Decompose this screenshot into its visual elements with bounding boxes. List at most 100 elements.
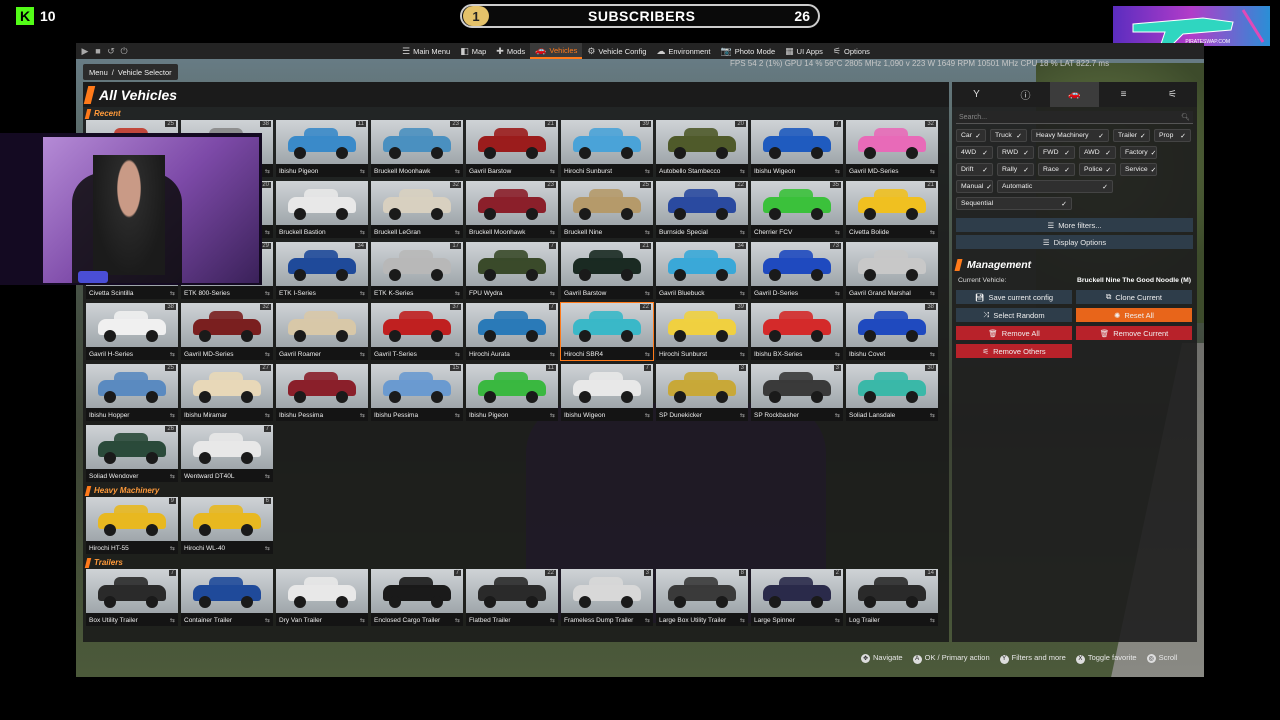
filter-chip-automatic[interactable]: Automatic ✓ <box>997 180 1113 193</box>
config-switch-icon[interactable]: ⇆ <box>740 351 745 358</box>
config-switch-icon[interactable]: ⇆ <box>455 229 460 236</box>
config-switch-icon[interactable]: ⇆ <box>360 617 365 624</box>
sim-control-2-icon[interactable]: ↺ <box>106 46 116 57</box>
config-switch-icon[interactable]: ⇆ <box>360 351 365 358</box>
config-switch-icon[interactable]: ⇆ <box>360 229 365 236</box>
sim-control-1-icon[interactable]: ■ <box>93 46 103 57</box>
save-config-button[interactable]: 💾︎ Save current config <box>956 290 1072 304</box>
side-tab-2-icon[interactable]: 🚗 <box>1050 82 1099 107</box>
config-switch-icon[interactable]: ⇆ <box>455 351 460 358</box>
config-switch-icon[interactable]: ⇆ <box>170 412 175 419</box>
search-input[interactable]: Search... 🔍︎ <box>956 111 1193 124</box>
config-switch-icon[interactable]: ⇆ <box>740 290 745 297</box>
config-switch-icon[interactable]: ⇆ <box>645 617 650 624</box>
vehicle-tile[interactable]: 7 Ibishu Wigeon ⇆ <box>751 120 843 177</box>
config-switch-icon[interactable]: ⇆ <box>645 168 650 175</box>
filter-chip-4wd[interactable]: 4WD ✓ <box>956 146 993 159</box>
config-switch-icon[interactable]: ⇆ <box>170 617 175 624</box>
config-switch-icon[interactable]: ⇆ <box>645 412 650 419</box>
vehicle-tile[interactable]: Ibishu Pessima ⇆ <box>276 364 368 421</box>
vehicle-tile[interactable]: 22 Flatbed Trailer ⇆ <box>466 569 558 626</box>
config-switch-icon[interactable]: ⇆ <box>740 617 745 624</box>
config-switch-icon[interactable]: ⇆ <box>170 473 175 480</box>
vehicle-tile[interactable]: 32 Bruckell LeGran ⇆ <box>371 181 463 238</box>
vehicle-tile[interactable]: 35 Cherrier FCV ⇆ <box>751 181 843 238</box>
filter-chip-car[interactable]: Car ✓ <box>956 129 986 142</box>
vehicle-tile[interactable]: 3 SP Dunekicker ⇆ <box>656 364 748 421</box>
config-switch-icon[interactable]: ⇆ <box>360 168 365 175</box>
vehicle-tile[interactable]: 14 Log Trailer ⇆ <box>846 569 938 626</box>
vehicle-tile[interactable]: 21 Civetta Bolide ⇆ <box>846 181 938 238</box>
config-switch-icon[interactable]: ⇆ <box>360 290 365 297</box>
filter-chip-fwd[interactable]: FWD ✓ <box>1038 146 1075 159</box>
vehicle-tile[interactable]: 32 Gavril MD-Series ⇆ <box>181 303 273 360</box>
filter-chip-prop[interactable]: Prop ✓ <box>1154 129 1191 142</box>
vehicle-tile[interactable]: 7 Wentward DT40L ⇆ <box>181 425 273 482</box>
vehicle-tile[interactable]: 22 Burnside Special ⇆ <box>656 181 748 238</box>
vehicle-tile[interactable]: 3 SP Rockbasher ⇆ <box>751 364 843 421</box>
nav-vehicles[interactable]: 🚗 Vehicles <box>530 43 583 59</box>
vehicle-tile[interactable]: 3 Frameless Dump Trailer ⇆ <box>561 569 653 626</box>
config-switch-icon[interactable]: ⇆ <box>265 617 270 624</box>
config-switch-icon[interactable]: ⇆ <box>265 168 270 175</box>
config-switch-icon[interactable]: ⇆ <box>550 290 555 297</box>
filter-chip-trailer[interactable]: Trailer ✓ <box>1113 129 1150 142</box>
vehicle-tile[interactable]: 73 Gavril D-Series ⇆ <box>751 242 843 299</box>
vehicle-tile[interactable]: 9 Hirochi HT-55 ⇆ <box>86 497 178 554</box>
config-switch-icon[interactable]: ⇆ <box>550 617 555 624</box>
side-tab-1-icon[interactable]: ⓘ <box>1001 82 1050 107</box>
config-switch-icon[interactable]: ⇆ <box>645 229 650 236</box>
config-switch-icon[interactable]: ⇆ <box>550 168 555 175</box>
config-switch-icon[interactable]: ⇆ <box>835 290 840 297</box>
config-switch-icon[interactable]: ⇆ <box>835 351 840 358</box>
config-switch-icon[interactable]: ⇆ <box>265 412 270 419</box>
vehicle-tile[interactable]: 39 Hirochi Sunburst ⇆ <box>561 120 653 177</box>
remove-others-button[interactable]: ⚟ Remove Others <box>956 344 1072 358</box>
config-switch-icon[interactable]: ⇆ <box>930 617 935 624</box>
vehicle-tile[interactable]: 23 Bruckell Moonhawk ⇆ <box>466 181 558 238</box>
config-switch-icon[interactable]: ⇆ <box>740 412 745 419</box>
filter-chip-awd[interactable]: AWD ✓ <box>1079 146 1116 159</box>
vehicle-tile[interactable]: 22 Hirochi SBR4 ⇆ <box>560 302 654 361</box>
nav-vehicle-config[interactable]: ⚙ Vehicle Config <box>582 43 651 59</box>
config-switch-icon[interactable]: ⇆ <box>265 229 270 236</box>
config-switch-icon[interactable]: ⇆ <box>930 168 935 175</box>
vehicle-tile[interactable]: 34 Gavril Bluebuck ⇆ <box>656 242 748 299</box>
config-switch-icon[interactable]: ⇆ <box>170 545 175 552</box>
nav-map[interactable]: ◧ Map <box>455 43 491 59</box>
vehicle-tile[interactable]: 39 Hirochi Sunburst ⇆ <box>656 303 748 360</box>
filter-chip-factory[interactable]: Factory ✓ <box>1120 146 1157 159</box>
vehicle-tile[interactable]: Container Trailer ⇆ <box>181 569 273 626</box>
remove-all-button[interactable]: 🗑︎ Remove All <box>956 326 1072 340</box>
config-switch-icon[interactable]: ⇆ <box>550 229 555 236</box>
select-random-button[interactable]: ⤨ Select Random <box>956 308 1072 322</box>
nav-mods[interactable]: ✚ Mods <box>491 43 530 59</box>
clone-current-button[interactable]: ⧉ Clone Current <box>1076 290 1192 304</box>
config-switch-icon[interactable]: ⇆ <box>930 351 935 358</box>
config-switch-icon[interactable]: ⇆ <box>455 168 460 175</box>
config-switch-icon[interactable]: ⇆ <box>265 351 270 358</box>
config-switch-icon[interactable]: ⇆ <box>835 229 840 236</box>
vehicle-tile[interactable]: 8 Large Box Utility Trailer ⇆ <box>656 569 748 626</box>
vehicle-tile[interactable]: Dry Van Trailer ⇆ <box>276 569 368 626</box>
config-switch-icon[interactable]: ⇆ <box>455 290 460 297</box>
config-switch-icon[interactable]: ⇆ <box>835 617 840 624</box>
config-switch-icon[interactable]: ⇆ <box>455 412 460 419</box>
nav-photo-mode[interactable]: 📷 Photo Mode <box>715 43 780 59</box>
sim-control-0-icon[interactable]: ▶ <box>80 46 90 57</box>
vehicle-tile[interactable]: 25 Bruckell Nine ⇆ <box>561 181 653 238</box>
config-switch-icon[interactable]: ⇆ <box>930 412 935 419</box>
vehicle-tile[interactable]: 7 Ibishu Wigeon ⇆ <box>561 364 653 421</box>
vehicle-tile[interactable]: 6 Hirochi WL-40 ⇆ <box>181 497 273 554</box>
vehicle-tile[interactable]: 15 Ibishu Pessima ⇆ <box>371 364 463 421</box>
vehicle-tile[interactable]: 11 Ibishu Pigeon ⇆ <box>466 364 558 421</box>
vehicle-tile[interactable]: 25 Ibishu Hopper ⇆ <box>86 364 178 421</box>
nav-options[interactable]: ⚟ Options <box>828 43 875 59</box>
vehicle-tile[interactable]: 38 Gavril H-Series ⇆ <box>86 303 178 360</box>
config-switch-icon[interactable]: ⇆ <box>645 351 650 358</box>
vehicle-tile[interactable]: 7 Hirochi Aurata ⇆ <box>466 303 558 360</box>
config-switch-icon[interactable]: ⇆ <box>930 229 935 236</box>
vehicle-tile[interactable]: Gavril Roamer ⇆ <box>276 303 368 360</box>
filter-chip-rwd[interactable]: RWD ✓ <box>997 146 1034 159</box>
config-switch-icon[interactable]: ⇆ <box>170 351 175 358</box>
